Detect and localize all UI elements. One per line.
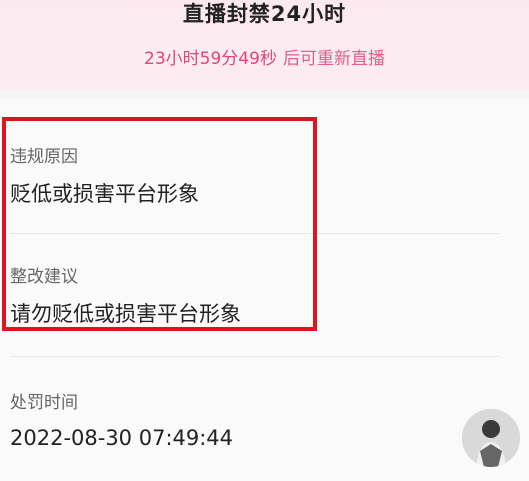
countdown-suffix: 后可重新直播 <box>282 49 385 69</box>
ban-countdown-line: 23小时59分49秒 后可重新直播 <box>0 44 529 69</box>
divider <box>10 356 499 357</box>
person-icon <box>462 409 520 467</box>
ban-banner: 直播封禁24小时 23小时59分49秒 后可重新直播 <box>0 0 529 90</box>
ban-title: 直播封禁24小时 <box>182 2 347 26</box>
countdown-timer: 23小时59分49秒 <box>144 49 277 69</box>
user-avatar-icon[interactable] <box>462 409 520 467</box>
penalty-time-value: 2022-08-30 07:49:44 <box>10 426 234 450</box>
penalty-time-label: 处罚时间 <box>10 393 78 413</box>
highlight-box <box>2 117 317 331</box>
